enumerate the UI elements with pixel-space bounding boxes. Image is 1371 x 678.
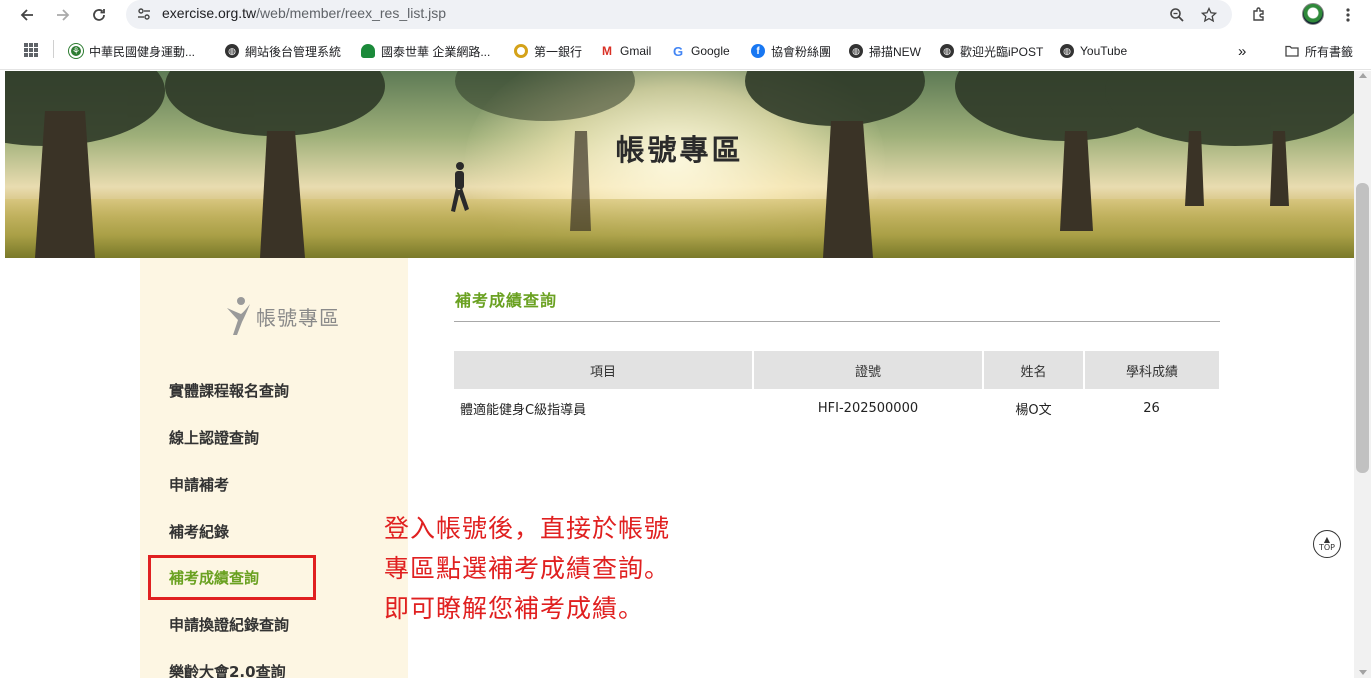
globe-icon: ◍ [225, 44, 239, 58]
top-label: TOP [1318, 543, 1335, 552]
facebook-icon: f [751, 44, 765, 58]
sidebar-logo: 帳號專區 [224, 296, 364, 336]
bookmark-label: 協會粉絲團 [771, 44, 832, 59]
url-path: /web/member/reex_res_list.jsp [256, 5, 447, 21]
globe-icon: ◍ [1060, 44, 1074, 58]
bank-icon [514, 44, 528, 58]
bookmarks-bar: ⚘ 中華民國健身運動... ◍ 網站後台管理系統 國泰世華 企業網路... 第一… [0, 36, 1371, 64]
column-header-license-no: 證號 [753, 351, 984, 389]
forward-arrow-icon[interactable] [50, 2, 76, 28]
instruction-annotation: 登入帳號後，直接於帳號 專區點選補考成績查詢。 即可瞭解您補考成績。 [384, 509, 670, 629]
bookmark-label: YouTube [1080, 44, 1128, 58]
column-header-name: 姓名 [983, 351, 1085, 389]
bookmark-label: 國泰世華 企業網路... [381, 44, 491, 59]
web-page: 帳號專區 帳號專區 實體課程報名查詢 線上認證查詢 申請補考 補考紀錄 補考成績… [5, 71, 1354, 678]
sidebar-item-course-registration[interactable]: 實體課程報名查詢 [169, 380, 289, 401]
tree-icon [361, 44, 375, 58]
association-logo-icon: ⚘ [69, 44, 83, 58]
annotation-line: 即可瞭解您補考成績。 [384, 594, 645, 623]
sidebar-logo-text: 帳號專區 [256, 305, 340, 330]
zoom-icon[interactable] [1165, 3, 1189, 27]
extensions-icon[interactable] [1246, 2, 1272, 28]
member-figure-icon [227, 297, 250, 335]
column-header-score: 學科成績 [1084, 351, 1219, 389]
bookmark-item[interactable]: 第一銀行 [514, 42, 582, 60]
annotation-line: 登入帳號後，直接於帳號 [384, 514, 671, 543]
back-to-top-button[interactable]: ▲ TOP [1313, 530, 1341, 558]
bookmark-item[interactable]: 國泰世華 企業網路... [361, 42, 490, 60]
sidebar-item-license-renewal[interactable]: 申請換證紀錄查詢 [169, 614, 289, 635]
url-host: exercise.org.tw [162, 5, 257, 21]
bookmark-item[interactable]: M Gmail [600, 42, 651, 60]
scroll-up-arrow-icon[interactable] [1359, 73, 1367, 78]
all-bookmarks-folder[interactable]: 所有書籤 [1285, 42, 1353, 60]
cell-license-no: HFI-202500000 [817, 400, 919, 416]
browser-toolbar: exercise.org.tw/web/member/reex_res_list… [0, 0, 1371, 30]
all-bookmarks-label: 所有書籤 [1305, 44, 1354, 59]
hero-banner: 帳號專區 [5, 71, 1354, 258]
scroll-down-arrow-icon[interactable] [1359, 670, 1367, 675]
url-text[interactable]: exercise.org.tw/web/member/reex_res_list… [162, 5, 446, 21]
bookmark-item[interactable]: ◍ YouTube [1060, 42, 1127, 60]
bookmark-item[interactable]: G Google [671, 42, 730, 60]
gmail-icon: M [602, 44, 612, 58]
cell-item: 體適能健身C級指導員 [460, 402, 587, 418]
folder-icon [1285, 44, 1299, 58]
globe-icon: ◍ [849, 44, 863, 58]
globe-icon: ◍ [940, 44, 954, 58]
site-settings-icon[interactable] [136, 6, 152, 22]
cell-name: 楊O文 [1015, 402, 1052, 418]
bookmark-item[interactable]: ◍ 網站後台管理系統 [225, 42, 341, 60]
bookmark-label: 網站後台管理系統 [245, 44, 342, 59]
bookmark-label: Google [691, 44, 730, 58]
page-scrollbar[interactable] [1354, 71, 1371, 678]
bookmark-label: 掃描NEW [869, 44, 921, 59]
address-bar[interactable]: exercise.org.tw/web/member/reex_res_list… [126, 0, 1232, 29]
google-icon: G [672, 43, 684, 59]
sidebar-item-senior-conference[interactable]: 樂齡大會2.0查詢 [169, 661, 286, 678]
bookmark-label: 歡迎光臨iPOST [960, 44, 1044, 59]
bookmark-label: Gmail [620, 44, 652, 58]
sidebar-item-apply-retake[interactable]: 申請補考 [169, 474, 229, 495]
bookmark-label: 第一銀行 [534, 44, 583, 59]
bookmark-item[interactable]: ◍ 歡迎光臨iPOST [940, 42, 1043, 60]
table-row: 體適能健身C級指導員 HFI-202500000 楊O文 26 [454, 389, 1219, 427]
hero-title: 帳號專區 [615, 133, 744, 167]
sidebar-item-retake-records[interactable]: 補考紀錄 [169, 521, 229, 542]
back-arrow-icon[interactable] [14, 2, 40, 28]
bookmark-item[interactable]: ⚘ 中華民國健身運動... [69, 42, 195, 60]
score-table: 項目 證號 姓名 學科成績 體適能健身C級指導員 HFI-202500000 楊… [454, 351, 1219, 427]
sidebar: 帳號專區 實體課程報名查詢 線上認證查詢 申請補考 補考紀錄 補考成績查詢 申請… [140, 258, 408, 678]
cell-score: 26 [1143, 400, 1160, 416]
bookmark-item[interactable]: ◍ 掃描NEW [849, 42, 921, 60]
page-title: 補考成績查詢 [455, 291, 558, 310]
title-divider [454, 321, 1220, 322]
profile-avatar[interactable] [1302, 3, 1324, 25]
reload-icon[interactable] [86, 2, 112, 28]
bookmark-label: 中華民國健身運動... [89, 44, 196, 59]
table-header-row: 項目 證號 姓名 學科成績 [454, 351, 1219, 389]
bookmark-star-icon[interactable] [1197, 3, 1221, 27]
bookmark-item[interactable]: f 協會粉絲團 [751, 42, 831, 60]
sidebar-item-online-certification[interactable]: 線上認證查詢 [169, 427, 259, 448]
annotation-line: 專區點選補考成績查詢。 [384, 554, 671, 583]
highlight-box [148, 555, 316, 600]
scroll-thumb[interactable] [1356, 183, 1369, 473]
more-bookmarks-chevron-icon[interactable]: » [1238, 42, 1246, 60]
browser-chrome: exercise.org.tw/web/member/reex_res_list… [0, 0, 1371, 70]
menu-kebab-icon[interactable] [1335, 2, 1361, 28]
column-header-item: 項目 [454, 351, 754, 389]
